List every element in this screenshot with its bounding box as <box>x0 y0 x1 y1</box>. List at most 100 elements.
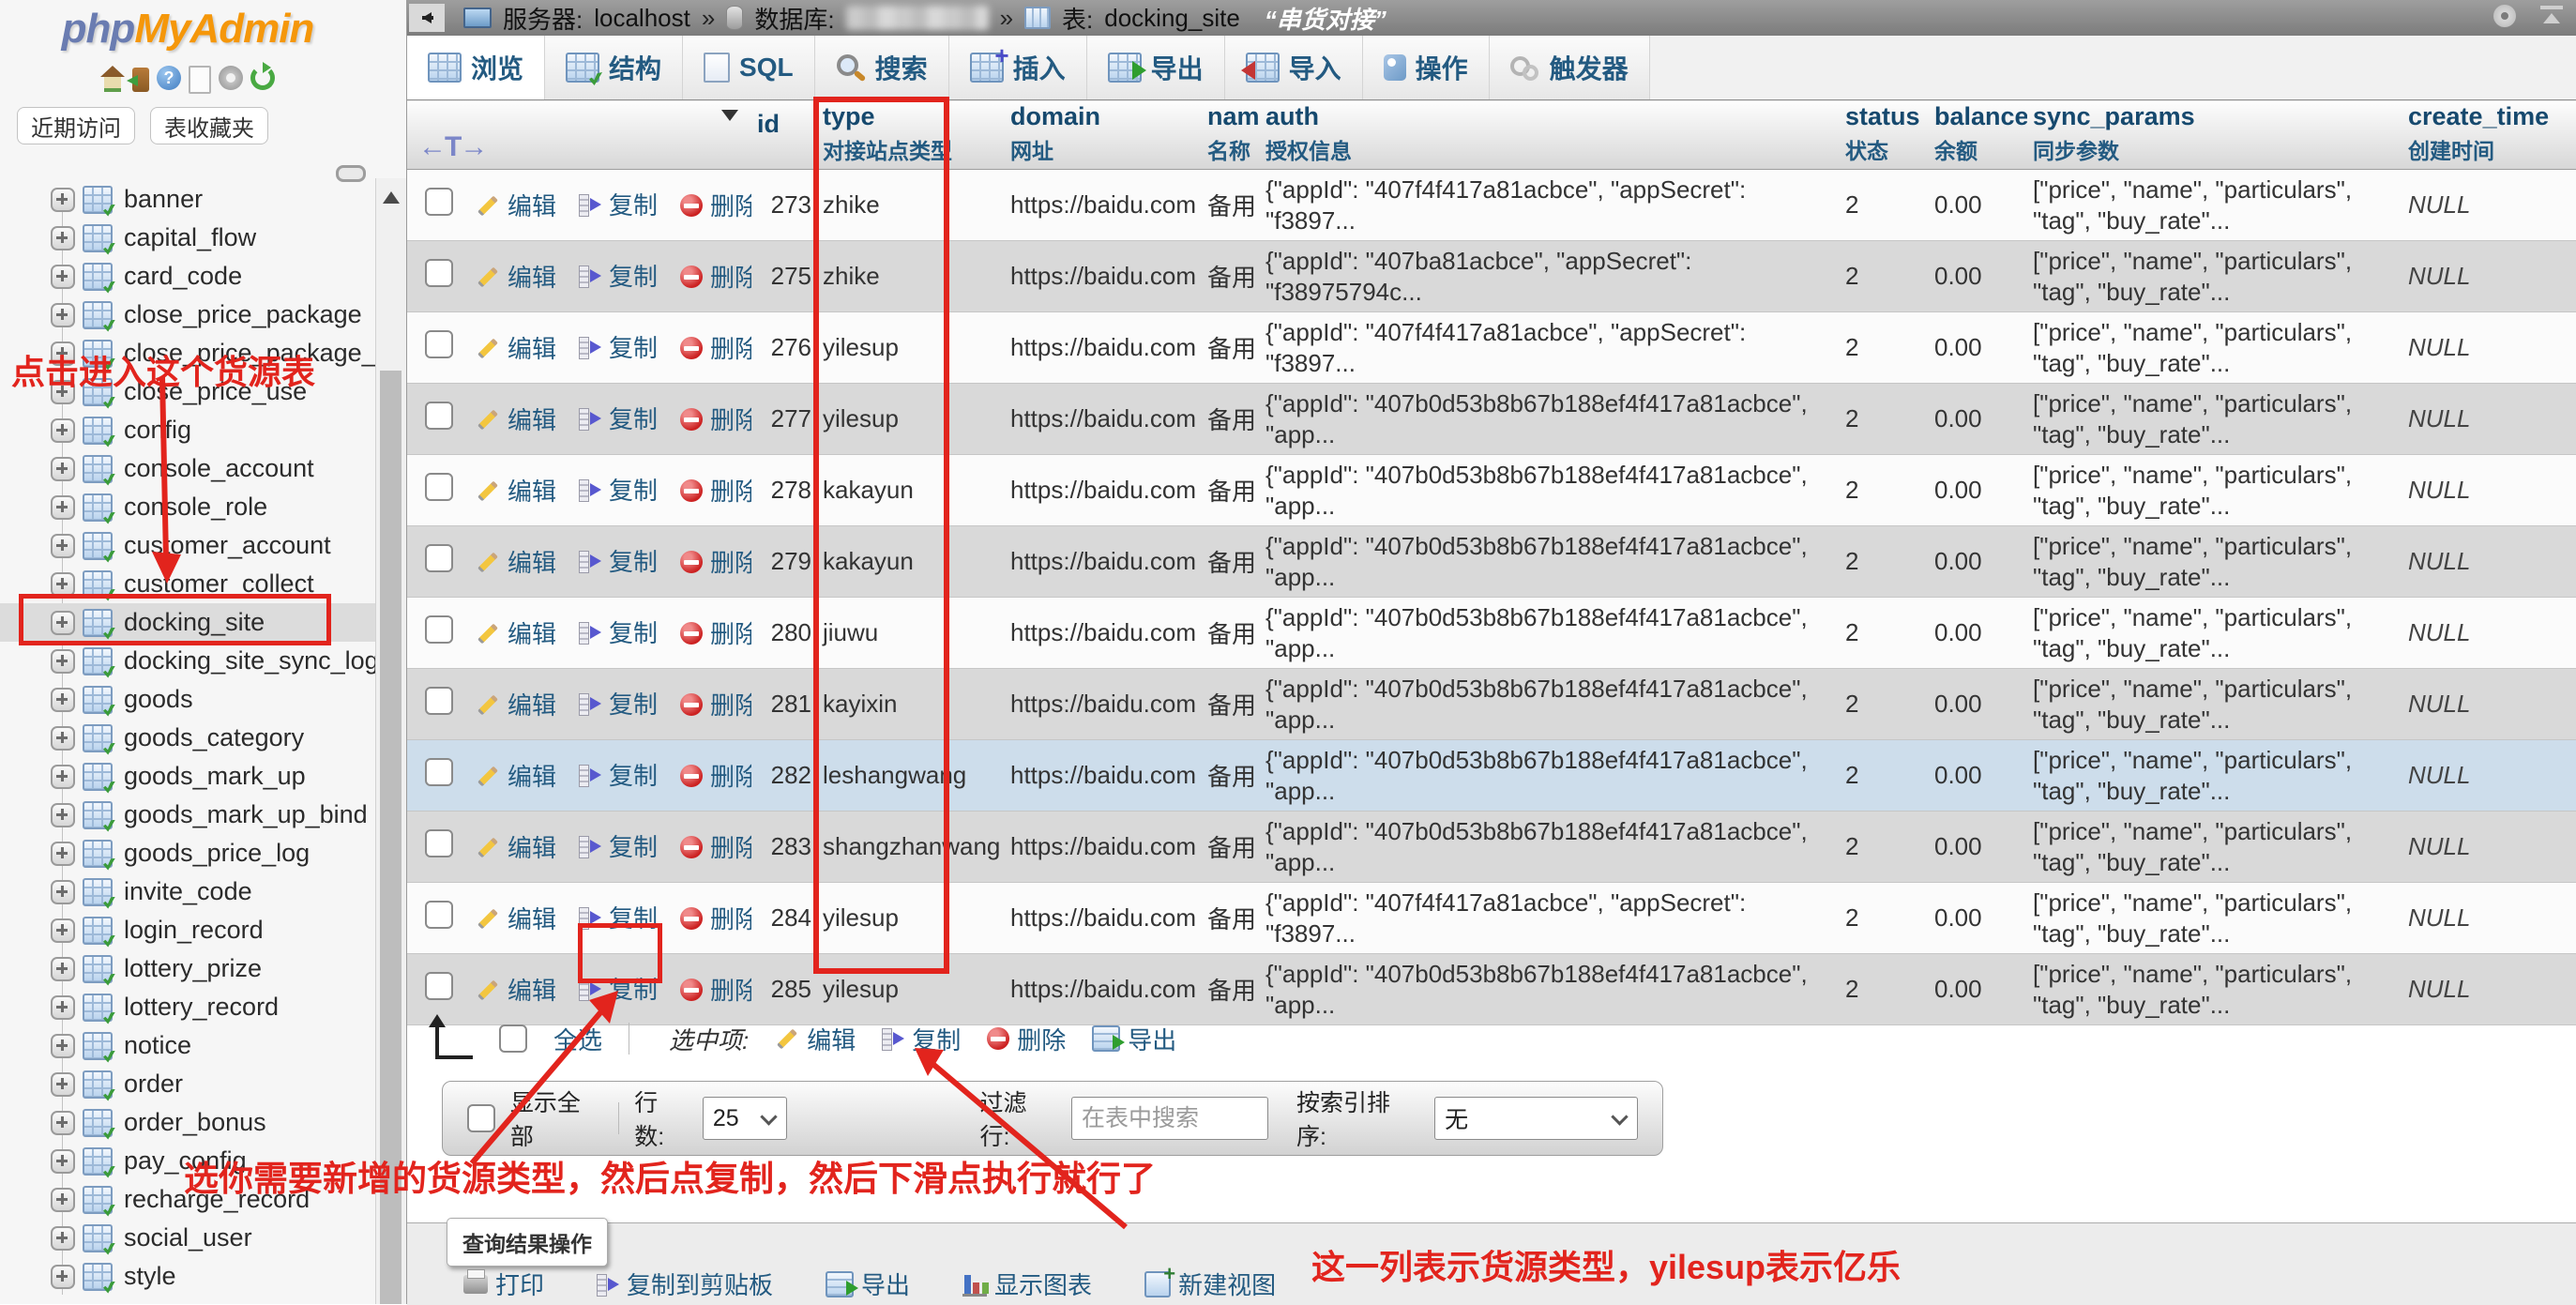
expand-icon[interactable] <box>51 1149 75 1174</box>
row-delete-link[interactable]: 删除 <box>680 758 751 793</box>
check-all-label[interactable]: 全选 <box>553 1022 602 1056</box>
row-delete-link[interactable]: 删除 <box>680 473 751 508</box>
row-copy-link[interactable]: 复制 <box>579 543 658 578</box>
row-delete-link[interactable]: 删除 <box>680 615 751 650</box>
create-view-button[interactable]: 新建视图 <box>1144 1267 1276 1301</box>
expand-icon[interactable] <box>51 995 75 1020</box>
column-sort-link-id[interactable]: id <box>757 110 811 139</box>
sidebar-item-card_code[interactable]: card_code <box>0 257 375 296</box>
row-checkbox[interactable] <box>425 544 453 572</box>
options-glyph[interactable]: ←T→ <box>418 131 486 163</box>
sidebar-item-goods_mark_up_bind[interactable]: goods_mark_up_bind <box>0 796 375 834</box>
row-copy-link[interactable]: 复制 <box>579 472 658 507</box>
column-sort-link-sync_params[interactable]: sync_params <box>2033 102 2397 131</box>
expand-icon[interactable] <box>51 1265 75 1289</box>
column-options-dropdown-icon[interactable] <box>721 110 738 121</box>
tab-structure[interactable]: 结构 <box>545 36 683 99</box>
sidebar-item-console_role[interactable]: console_role <box>0 488 375 526</box>
row-checkbox[interactable] <box>425 687 453 715</box>
expand-icon[interactable] <box>51 688 75 712</box>
expand-icon[interactable] <box>51 918 75 943</box>
settings-icon[interactable] <box>219 66 243 90</box>
row-checkbox[interactable] <box>425 829 453 857</box>
expand-icon[interactable] <box>51 611 75 635</box>
filter-rows-input[interactable] <box>1071 1097 1268 1140</box>
sidebar-item-docking_site_sync_log[interactable]: docking_site_sync_log <box>0 642 375 680</box>
sidebar-item-social_user[interactable]: social_user <box>0 1219 375 1257</box>
sidebar-item-capital_flow[interactable]: capital_flow <box>0 219 375 257</box>
check-all-checkbox[interactable] <box>499 1024 527 1053</box>
row-copy-link[interactable]: 复制 <box>579 686 658 721</box>
scroll-up-icon[interactable] <box>383 191 400 204</box>
row-copy-link[interactable]: 复制 <box>579 329 658 364</box>
expand-icon[interactable] <box>51 649 75 674</box>
expand-icon[interactable] <box>51 1072 75 1097</box>
row-checkbox[interactable] <box>425 758 453 786</box>
bulk-edit-button[interactable]: 编辑 <box>775 1022 856 1056</box>
row-delete-link[interactable]: 删除 <box>680 972 751 1007</box>
row-checkbox[interactable] <box>425 473 453 501</box>
sidebar-item-login_record[interactable]: login_record <box>0 911 375 949</box>
column-sort-link-status[interactable]: status <box>1845 102 1923 131</box>
row-edit-link[interactable]: 编辑 <box>476 402 556 436</box>
row-checkbox[interactable] <box>425 330 453 358</box>
row-copy-link[interactable]: 复制 <box>579 971 658 1006</box>
breadcrumb-server-link[interactable]: localhost <box>594 4 690 33</box>
sidebar-item-console_account[interactable]: console_account <box>0 449 375 488</box>
expand-icon[interactable] <box>51 842 75 866</box>
breadcrumb-table-link[interactable]: docking_site <box>1104 4 1240 33</box>
show-all-label[interactable]: 显示全部 <box>510 1085 603 1152</box>
expand-icon[interactable] <box>51 188 75 212</box>
expand-icon[interactable] <box>51 1188 75 1212</box>
row-edit-link[interactable]: 编辑 <box>476 687 556 721</box>
column-sort-link-balance[interactable]: balance <box>1934 102 2022 131</box>
sidebar-item-invite_code[interactable]: invite_code <box>0 873 375 911</box>
row-edit-link[interactable]: 编辑 <box>476 901 556 935</box>
tab-operations[interactable]: 操作 <box>1363 36 1490 99</box>
row-edit-link[interactable]: 编辑 <box>476 615 556 650</box>
expand-icon[interactable] <box>51 1034 75 1058</box>
sidebar-item-notice[interactable]: notice <box>0 1026 375 1065</box>
sidebar-item-goods_category[interactable]: goods_category <box>0 719 375 757</box>
row-delete-link[interactable]: 删除 <box>680 829 751 864</box>
database-name-redacted[interactable] <box>846 6 989 30</box>
expand-icon[interactable] <box>51 341 75 366</box>
console-collapse-button[interactable] <box>409 4 445 32</box>
expand-icon[interactable] <box>51 457 75 481</box>
row-copy-link[interactable]: 复制 <box>579 757 658 792</box>
row-delete-link[interactable]: 删除 <box>680 259 751 294</box>
column-sort-link-domain[interactable]: domain <box>1010 102 1196 131</box>
tab-favorite-tables[interactable]: 表收藏夹 <box>150 107 268 144</box>
expand-icon[interactable] <box>51 880 75 904</box>
row-edit-link[interactable]: 编辑 <box>476 188 556 222</box>
row-checkbox[interactable] <box>425 259 453 287</box>
row-delete-link[interactable]: 删除 <box>680 330 751 365</box>
row-delete-link[interactable]: 删除 <box>680 901 751 935</box>
sidebar-item-customer_account[interactable]: customer_account <box>0 526 375 565</box>
expand-icon[interactable] <box>51 803 75 827</box>
row-edit-link[interactable]: 编辑 <box>476 330 556 365</box>
expand-icon[interactable] <box>51 534 75 558</box>
logout-icon[interactable] <box>132 68 149 92</box>
row-copy-link[interactable]: 复制 <box>579 401 658 435</box>
scrollbar-track[interactable] <box>375 178 406 1304</box>
page-settings-icon[interactable] <box>2493 5 2516 27</box>
bulk-delete-button[interactable]: 删除 <box>987 1022 1066 1056</box>
row-copy-link[interactable]: 复制 <box>579 615 658 649</box>
tab-browse[interactable]: 浏览 <box>407 36 545 99</box>
show-all-checkbox[interactable] <box>467 1104 495 1132</box>
tab-sql[interactable]: SQL <box>683 36 815 99</box>
column-sort-link-type[interactable]: type <box>823 102 999 131</box>
row-edit-link[interactable]: 编辑 <box>476 544 556 579</box>
row-copy-link[interactable]: 复制 <box>579 828 658 863</box>
sidebar-item-close_price_package[interactable]: close_price_package <box>0 296 375 334</box>
copy-to-clipboard-button[interactable]: 复制到剪贴板 <box>597 1267 773 1301</box>
row-delete-link[interactable]: 删除 <box>680 544 751 579</box>
sidebar-item-style[interactable]: style <box>0 1257 375 1296</box>
sidebar-item-pay_config[interactable]: pay_config <box>0 1142 375 1180</box>
expand-icon[interactable] <box>51 303 75 327</box>
sidebar-item-recharge_record[interactable]: recharge_record <box>0 1180 375 1219</box>
bulk-copy-button[interactable]: 复制 <box>882 1022 961 1056</box>
expand-icon[interactable] <box>51 418 75 443</box>
sidebar-item-customer_collect[interactable]: customer_collect <box>0 565 375 603</box>
